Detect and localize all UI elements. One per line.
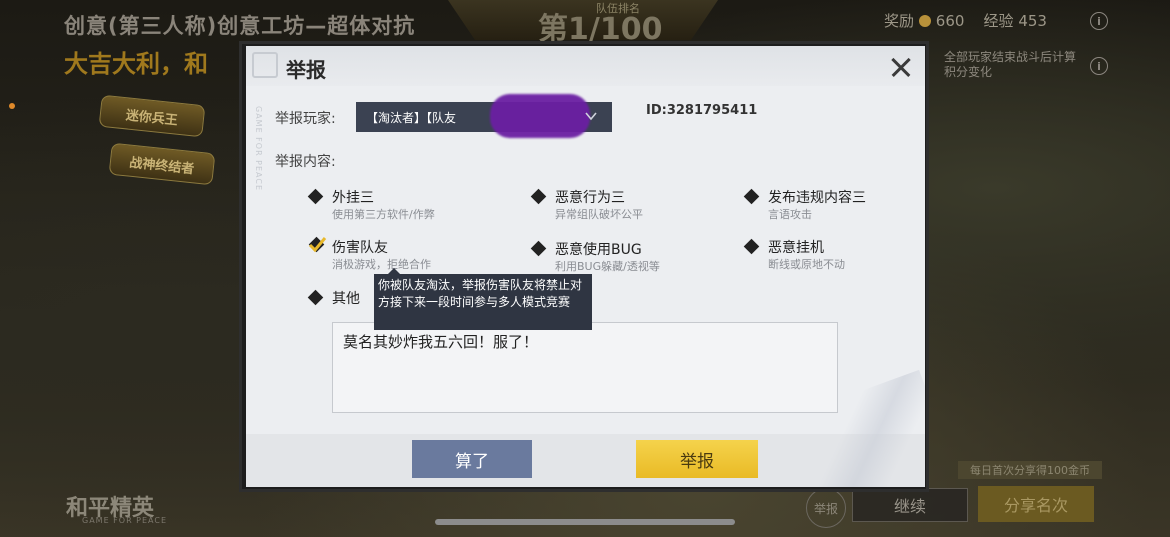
- option-subtitle: 使用第三方软件/作弊: [332, 208, 435, 221]
- exp-value: 453: [1018, 12, 1047, 30]
- radio-diamond-icon: [307, 289, 324, 306]
- reward-label: 奖励: [884, 12, 915, 30]
- dialog-title: 举报: [286, 58, 326, 82]
- player-select[interactable]: 【淘汰者】【队友: [356, 94, 612, 138]
- player-id: ID:3281795411: [646, 103, 758, 118]
- dialog-footer: [246, 434, 925, 487]
- option-title: 恶意挂机: [768, 240, 824, 256]
- report-dialog: 举报 GAME FOR PEACE 举报玩家: 【淘汰者】【队友 ID:3281…: [246, 46, 925, 487]
- background-dot: [9, 103, 15, 109]
- player-label: 举报玩家:: [275, 111, 336, 127]
- close-icon[interactable]: [886, 52, 916, 82]
- content-label: 举报内容:: [275, 154, 336, 170]
- option-subtitle: 言语攻击: [768, 208, 812, 221]
- option-title: 发布违规内容三: [768, 190, 866, 206]
- dialog-header: 举报: [246, 46, 925, 86]
- share-rank-button[interactable]: 分享名次: [978, 486, 1094, 522]
- option-subtitle: 利用BUG躲藏/透视等: [555, 260, 660, 273]
- side-watermark: GAME FOR PEACE: [254, 106, 263, 192]
- report-title-icon: [252, 52, 278, 78]
- coin-icon: [919, 15, 932, 27]
- option-subtitle: 异常组队破坏公平: [555, 208, 643, 221]
- background-report-button[interactable]: 举报: [806, 488, 846, 528]
- redaction-scribble: [490, 94, 590, 138]
- chevron-down-icon: [585, 112, 597, 121]
- radio-diamond-icon: [743, 238, 760, 255]
- home-indicator[interactable]: [435, 519, 735, 525]
- share-reward-note: 每日首次分享得100金币: [958, 461, 1102, 479]
- checked-diamond-icon: [308, 236, 327, 253]
- background-notice: 全部玩家结束战斗后计算积分变化: [944, 50, 1077, 79]
- continue-button[interactable]: 继续: [852, 488, 968, 522]
- option-subtitle: 断线或原地不动: [768, 258, 845, 271]
- cancel-button[interactable]: 算了: [412, 440, 532, 478]
- background-slogan: 大吉大利，和: [64, 50, 208, 78]
- option-title: 恶意使用BUG: [555, 242, 642, 258]
- reward-value: 660: [935, 12, 965, 30]
- exp-label: 经验: [983, 12, 1014, 30]
- option-title: 其他: [332, 291, 360, 307]
- background-match-title: 创意(第三人称)创意工坊—超体对抗: [64, 14, 416, 38]
- option-subtitle: 消极游戏，拒绝合作: [332, 258, 431, 271]
- radio-diamond-icon: [743, 188, 760, 205]
- option-title: 恶意行为三: [555, 190, 625, 206]
- game-logo-subtitle: GAME FOR PEACE: [82, 516, 168, 525]
- report-reason-textarea[interactable]: 莫名其妙炸我五六回！服了！: [332, 322, 838, 413]
- radio-diamond-icon: [307, 188, 324, 205]
- radio-diamond-icon: [530, 240, 547, 257]
- submit-report-button[interactable]: 举报: [636, 440, 758, 478]
- radio-diamond-icon: [530, 188, 547, 205]
- harm-teammate-tooltip: 你被队友淘汰，举报伤害队友将禁止对方接下来一段时间参与多人模式竞赛: [374, 268, 592, 330]
- player-select-value: 【淘汰者】【队友: [366, 110, 457, 125]
- option-title: 外挂三: [332, 190, 374, 206]
- background-reward: 奖励 660 经验 453: [884, 10, 1047, 31]
- info-icon[interactable]: i: [1090, 57, 1108, 75]
- option-title: 伤害队友: [332, 240, 388, 256]
- info-icon[interactable]: i: [1090, 12, 1108, 30]
